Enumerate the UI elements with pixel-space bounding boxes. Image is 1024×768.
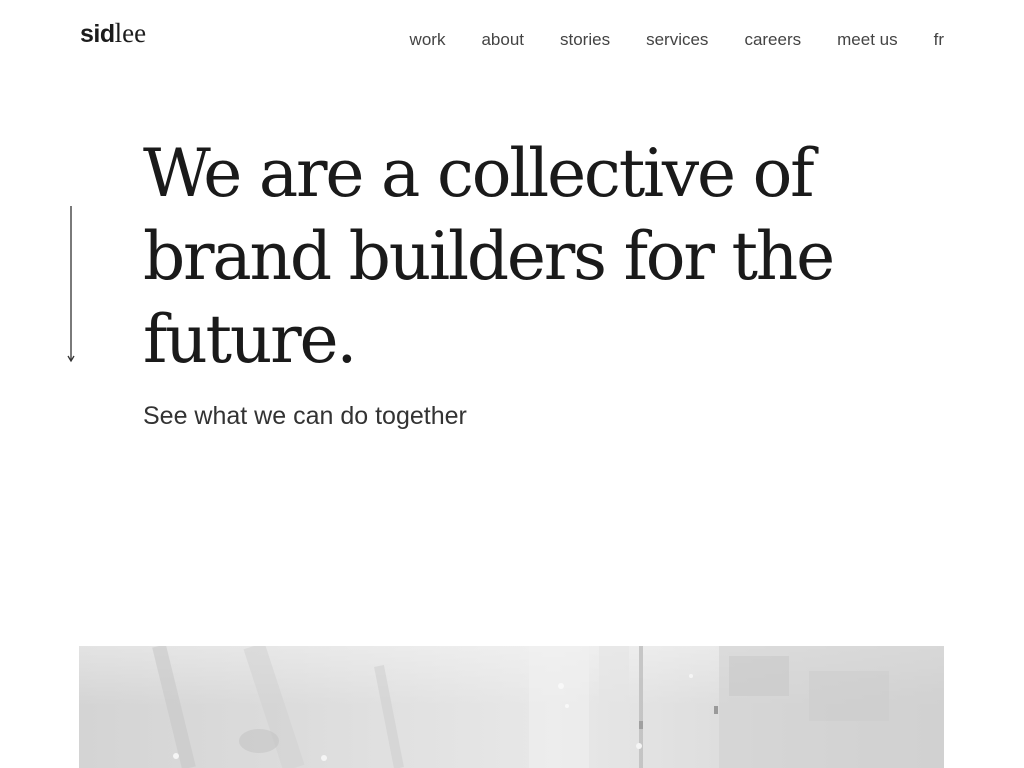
hero-title: We are a collective of brand builders fo… (143, 135, 835, 378)
sidlee-logo[interactable]: sid lee (80, 18, 146, 50)
logo-part-lee: lee (114, 18, 147, 48)
page: sid lee work about stories services care… (0, 0, 1024, 768)
nav-link-services[interactable]: services (646, 28, 708, 52)
hero-cta-link[interactable]: See what we can do together (143, 400, 467, 432)
nav-link-fr[interactable]: fr (934, 28, 944, 52)
hero-video[interactable] (79, 646, 944, 768)
nav-link-meet-us[interactable]: meet us (837, 28, 897, 52)
nav-link-work[interactable]: work (410, 28, 446, 52)
nav-link-stories[interactable]: stories (560, 28, 610, 52)
arrow-down-icon[interactable] (66, 206, 76, 364)
nav-link-about[interactable]: about (481, 28, 524, 52)
nav-link-careers[interactable]: careers (744, 28, 801, 52)
logo-part-sid: sid (80, 20, 115, 48)
main-nav: work about stories services careers meet… (410, 28, 944, 52)
